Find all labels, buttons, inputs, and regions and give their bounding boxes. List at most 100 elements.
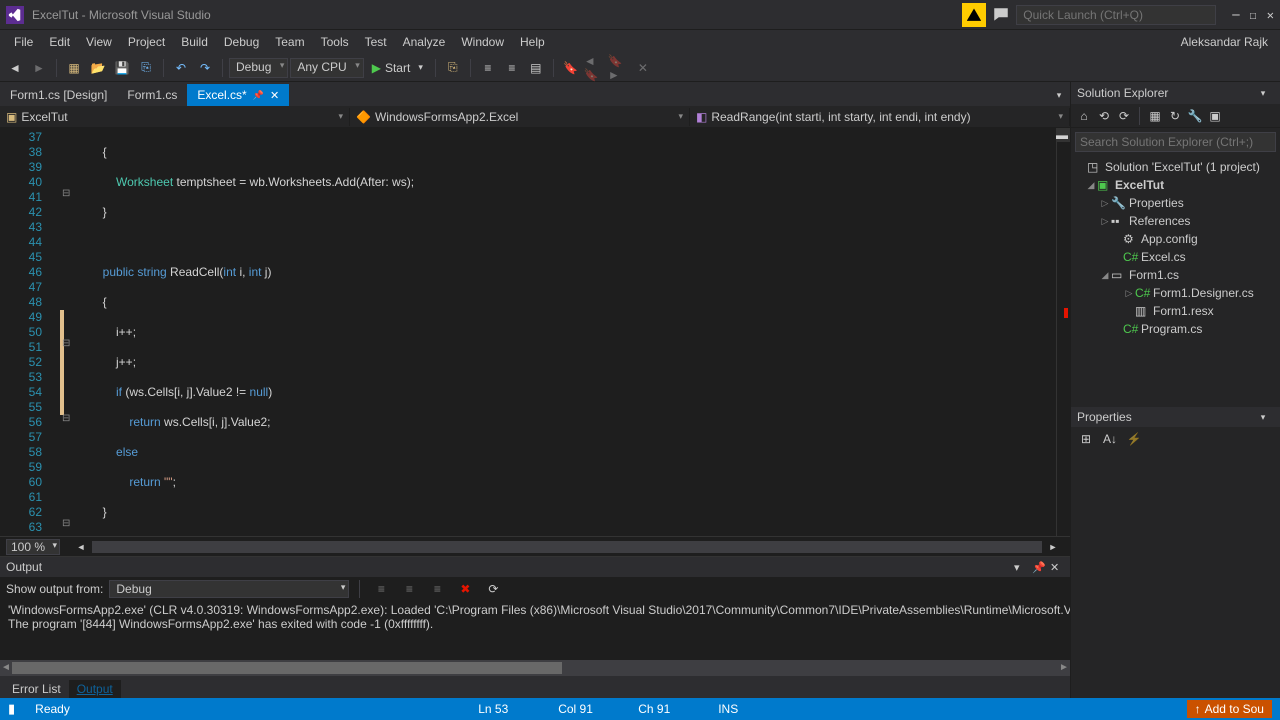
tree-form1[interactable]: ◢▭Form1.cs (1071, 266, 1280, 284)
save-all-button[interactable]: ⎘ (135, 57, 157, 79)
prev-bookmark[interactable]: ◄🔖 (584, 57, 606, 79)
step-button[interactable]: ⎘ (442, 57, 464, 79)
uncomment-button[interactable]: ≡ (501, 57, 523, 79)
menu-debug[interactable]: Debug (216, 33, 267, 51)
hscroll-right[interactable]: ► (1042, 536, 1064, 558)
open-button[interactable]: 📂 (87, 57, 109, 79)
panel-close-icon[interactable]: ✕ (1050, 561, 1064, 574)
se-title: Solution Explorer (1077, 86, 1252, 100)
status-ins: INS (718, 702, 778, 716)
nav-fwd-button[interactable]: ► (28, 57, 50, 79)
se-refresh-button[interactable]: ↻ (1166, 107, 1184, 125)
output-source-combo[interactable]: Debug (109, 580, 349, 598)
se-home-button[interactable]: ⌂ (1075, 107, 1093, 125)
se-preview-button[interactable]: ▣ (1206, 107, 1224, 125)
clear-bookmarks[interactable]: ✕ (632, 57, 654, 79)
tree-properties[interactable]: ▷🔧Properties (1071, 194, 1280, 212)
output-wrap-button[interactable]: ≡ (426, 578, 448, 600)
tree-excel[interactable]: C#Excel.cs (1071, 248, 1280, 266)
platform-combo[interactable]: Any CPU (290, 58, 363, 78)
tree-program[interactable]: C#Program.cs (1071, 320, 1280, 338)
solution-icon: ◳ (1087, 160, 1103, 174)
comment-button[interactable]: ≡ (477, 57, 499, 79)
toggle-bookmark[interactable]: 🔖 (560, 57, 582, 79)
props-categorized-button[interactable]: ⊞ (1075, 428, 1097, 450)
tab-error-list[interactable]: Error List (4, 680, 69, 698)
vertical-scrollbar[interactable]: ▬ (1056, 128, 1070, 536)
panel-pin-icon[interactable]: 📌 (1032, 561, 1046, 574)
save-button[interactable]: 💾 (111, 57, 133, 79)
tab-excel[interactable]: Excel.cs*📌✕ (187, 84, 289, 106)
menu-project[interactable]: Project (120, 33, 173, 51)
editor-hscroll[interactable] (92, 541, 1042, 553)
menu-tools[interactable]: Tools (313, 33, 357, 51)
panel-dropdown-icon[interactable]: ▾ (1014, 561, 1028, 574)
se-props-button[interactable]: 🔧 (1186, 107, 1204, 125)
tab-form1[interactable]: Form1.cs (117, 84, 187, 106)
cs-icon: C# (1135, 286, 1151, 300)
start-debug-button[interactable]: ▶Start▾ (366, 59, 429, 77)
undo-button[interactable]: ↶ (170, 57, 192, 79)
close-button[interactable]: ✕ (1267, 8, 1274, 22)
scope-class-combo[interactable]: 🔶WindowsFormsApp2.Excel (350, 108, 690, 126)
output-toggle-button[interactable]: ≡ (398, 578, 420, 600)
props-alpha-button[interactable]: A↓ (1099, 428, 1121, 450)
tree-form1resx[interactable]: ▥Form1.resx (1071, 302, 1280, 320)
bookmark-button[interactable]: ▤ (525, 57, 547, 79)
props-dropdown-icon[interactable]: ▾ (1252, 406, 1274, 428)
minimize-button[interactable]: ─ (1232, 8, 1239, 22)
output-goto-button[interactable]: ⟳ (482, 578, 504, 600)
menu-test[interactable]: Test (357, 33, 395, 51)
solution-tree[interactable]: ◳Solution 'ExcelTut' (1 project) ◢▣Excel… (1071, 156, 1280, 407)
menu-build[interactable]: Build (173, 33, 216, 51)
maximize-button[interactable]: ☐ (1250, 8, 1257, 22)
tree-appconfig[interactable]: ⚙App.config (1071, 230, 1280, 248)
se-sync-button[interactable]: ⟳ (1115, 107, 1133, 125)
output-hscroll[interactable]: ◄► (0, 660, 1070, 676)
menu-view[interactable]: View (78, 33, 120, 51)
output-clear-button[interactable]: ≡ (370, 578, 392, 600)
feedback-icon[interactable] (992, 6, 1010, 24)
error-marker[interactable] (1064, 308, 1068, 318)
tree-form1designer[interactable]: ▷C#Form1.Designer.cs (1071, 284, 1280, 302)
menu-team[interactable]: Team (267, 33, 312, 51)
tree-references[interactable]: ▷▪▪References (1071, 212, 1280, 230)
redo-button[interactable]: ↷ (194, 57, 216, 79)
code-editor[interactable]: { Worksheet temptsheet = wb.Worksheets.A… (76, 128, 1056, 536)
notification-badge[interactable] (962, 3, 986, 27)
tab-form1-design[interactable]: Form1.cs [Design] (0, 84, 117, 106)
menu-edit[interactable]: Edit (41, 33, 78, 51)
nav-back-button[interactable]: ◄ (4, 57, 26, 79)
tree-solution[interactable]: ◳Solution 'ExcelTut' (1 project) (1071, 158, 1280, 176)
split-handle[interactable]: ▬ (1056, 128, 1070, 142)
tree-project[interactable]: ◢▣ExcelTut (1071, 176, 1280, 194)
tab-output[interactable]: Output (69, 680, 121, 698)
menu-file[interactable]: File (6, 33, 41, 51)
next-bookmark[interactable]: 🔖► (608, 57, 630, 79)
wrench-icon: 🔧 (1111, 196, 1127, 210)
se-showall-button[interactable]: ▦ (1146, 107, 1164, 125)
user-name[interactable]: Aleksandar Rajk (1181, 35, 1274, 49)
hscroll-left[interactable]: ◄ (70, 536, 92, 558)
zoom-combo[interactable]: 100 % (6, 539, 60, 555)
output-clear2-button[interactable]: ✖ (454, 578, 476, 600)
tab-overflow-button[interactable]: ▾ (1048, 84, 1070, 106)
menu-analyze[interactable]: Analyze (395, 33, 454, 51)
se-collapse-button[interactable]: ⟲ (1095, 107, 1113, 125)
scope-method-combo[interactable]: ◧ReadRange(int starti, int starty, int e… (690, 108, 1070, 126)
menu-window[interactable]: Window (453, 33, 512, 51)
scope-project-combo[interactable]: ▣ExcelTut (0, 108, 350, 126)
close-tab-icon[interactable]: ✕ (270, 89, 279, 102)
pin-icon[interactable]: 📌 (253, 90, 264, 101)
output-text[interactable]: 'WindowsFormsApp2.exe' (CLR v4.0.30319: … (0, 601, 1070, 660)
props-events-button[interactable]: ⚡ (1123, 428, 1145, 450)
new-project-button[interactable]: ▦ (63, 57, 85, 79)
se-search-input[interactable] (1075, 132, 1276, 152)
se-dropdown-icon[interactable]: ▾ (1252, 82, 1274, 104)
fold-column[interactable] (62, 128, 76, 536)
config-combo[interactable]: Debug (229, 58, 288, 78)
add-to-source-button[interactable]: ↑Add to Sou (1187, 700, 1272, 718)
props-grid[interactable] (1071, 451, 1280, 698)
menu-help[interactable]: Help (512, 33, 553, 51)
quick-launch-input[interactable] (1016, 5, 1216, 25)
